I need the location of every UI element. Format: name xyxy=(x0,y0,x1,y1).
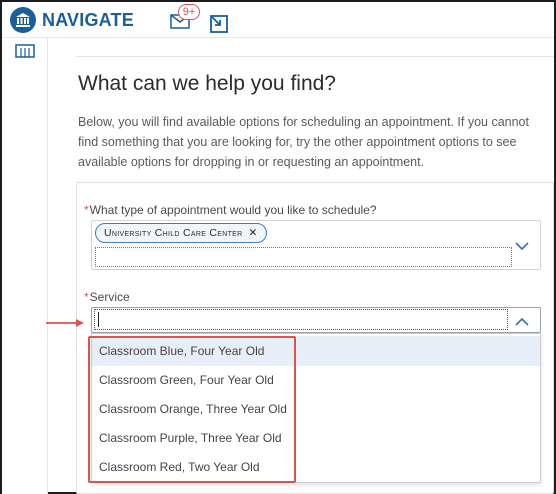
service-option[interactable]: Classroom Red, Two Year Old xyxy=(92,452,540,482)
top-bar: NAVIGATE 9+ xyxy=(2,2,554,38)
calendar-icon[interactable] xyxy=(15,44,35,58)
remove-chip-icon[interactable]: ✕ xyxy=(249,227,258,239)
left-rail xyxy=(2,38,48,494)
institution-icon[interactable] xyxy=(10,7,36,33)
service-option[interactable]: Classroom Green, Four Year Old xyxy=(92,365,540,395)
required-marker: * xyxy=(84,203,89,217)
selected-appointment-type-chip[interactable]: University Child Care Center ✕ xyxy=(95,223,267,243)
text-caret xyxy=(98,312,99,327)
appointment-type-search-input[interactable] xyxy=(95,247,512,267)
selected-appointment-type-text: University Child Care Center xyxy=(104,227,243,239)
chevron-down-icon[interactable] xyxy=(515,238,529,251)
required-marker: * xyxy=(84,290,89,304)
section-divider xyxy=(76,56,554,57)
page-title: What can we help you find? xyxy=(78,72,336,95)
annotation-arrow-icon xyxy=(46,315,86,327)
service-option[interactable]: Classroom Blue, Four Year Old xyxy=(92,336,540,366)
chevron-up-icon[interactable] xyxy=(515,314,529,326)
notification-badge[interactable]: 9+ xyxy=(178,4,200,20)
service-label-text: Service xyxy=(89,290,130,304)
intro-text: Below, you will find available options f… xyxy=(78,115,529,169)
service-option[interactable]: Classroom Orange, Three Year Old xyxy=(92,394,540,424)
service-search-input[interactable] xyxy=(94,309,508,330)
brand-title[interactable]: NAVIGATE xyxy=(42,10,134,31)
service-option[interactable]: Classroom Purple, Three Year Old xyxy=(92,423,540,453)
service-label: *Service xyxy=(84,290,130,304)
appointment-type-label-text: What type of appointment would you like … xyxy=(89,203,377,217)
open-external-icon[interactable] xyxy=(209,14,229,34)
appointment-type-label: *What type of appointment would you like… xyxy=(84,203,377,217)
